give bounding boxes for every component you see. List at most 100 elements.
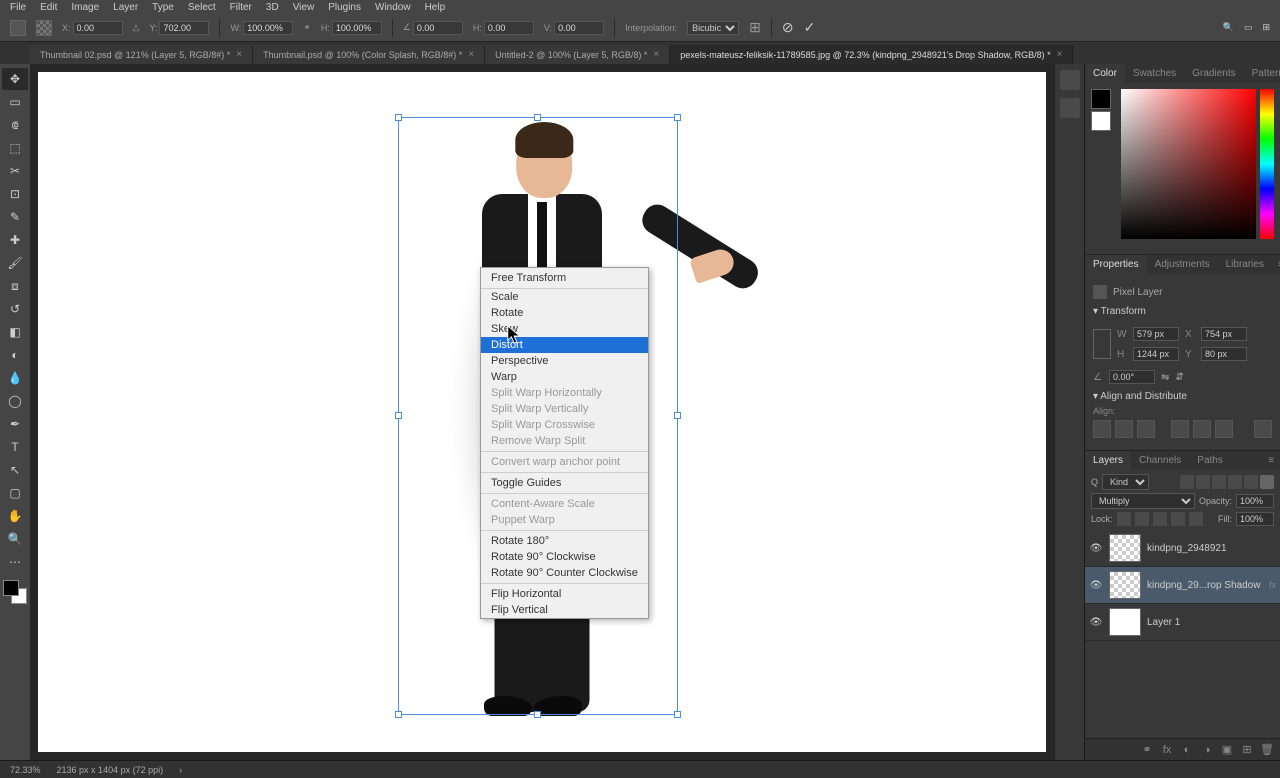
menu-3d[interactable]: 3D — [266, 2, 279, 13]
panel-tab-patterns[interactable]: Patterns — [1244, 64, 1280, 83]
layer-name[interactable]: kindpng_29...rop Shadow — [1147, 580, 1263, 591]
doc-info[interactable]: 2136 px x 1404 px (72 ppi) — [57, 765, 164, 775]
menu-layer[interactable]: Layer — [113, 2, 138, 13]
handle-bottom[interactable] — [534, 711, 541, 718]
document-tab[interactable]: Thumbnail.psd @ 100% (Color Splash, RGB/… — [253, 45, 485, 64]
frame-tool[interactable]: ⊡ — [2, 183, 28, 205]
dodge-tool[interactable]: ◯ — [2, 390, 28, 412]
hand-tool[interactable]: ✋ — [2, 505, 28, 527]
menu-image[interactable]: Image — [71, 2, 99, 13]
document-canvas[interactable]: Free TransformScaleRotateSkewDistortPers… — [38, 72, 1046, 752]
panel-menu-icon[interactable]: ≡ — [1272, 255, 1280, 274]
ctx-item-rotate-90-clockwise[interactable]: Rotate 90° Clockwise — [481, 549, 648, 565]
selection-tool[interactable]: ⬚ — [2, 137, 28, 159]
ref-point-grid[interactable] — [1093, 329, 1111, 359]
pen-tool[interactable]: ✒ — [2, 413, 28, 435]
visibility-icon[interactable]: 👁 — [1089, 615, 1103, 629]
document-tab[interactable]: pexels-mateusz-feliksik-11789585.jpg @ 7… — [670, 45, 1073, 64]
ctx-item-toggle-guides[interactable]: Toggle Guides — [481, 475, 648, 491]
menu-select[interactable]: Select — [188, 2, 216, 13]
eraser-tool[interactable]: ◧ — [2, 321, 28, 343]
handle-top[interactable] — [534, 114, 541, 121]
prop-h[interactable] — [1133, 347, 1179, 361]
path-tool[interactable]: ↖ — [2, 459, 28, 481]
align-center-v[interactable] — [1193, 420, 1211, 438]
group-icon[interactable]: ▣ — [1220, 743, 1234, 757]
crop-tool[interactable]: ✂ — [2, 160, 28, 182]
menu-file[interactable]: File — [10, 2, 26, 13]
skew-h-field[interactable] — [484, 21, 534, 35]
link-icon[interactable]: ⚭ — [303, 22, 311, 33]
blend-mode-select[interactable]: Multiply — [1091, 493, 1195, 509]
menu-window[interactable]: Window — [375, 2, 411, 13]
flip-v-icon[interactable]: ⇵ — [1175, 372, 1183, 383]
ctx-item-perspective[interactable]: Perspective — [481, 353, 648, 369]
x-field[interactable] — [73, 21, 123, 35]
fg-color-swatch[interactable] — [1091, 89, 1111, 109]
brush-tool[interactable]: 🖌 — [2, 252, 28, 274]
eyedropper-tool[interactable]: ✎ — [2, 206, 28, 228]
panel-tab-paths[interactable]: Paths — [1189, 451, 1231, 470]
search-icon[interactable]: 🔍 — [1223, 22, 1234, 33]
ctx-item-warp[interactable]: Warp — [481, 369, 648, 385]
commit-transform-icon[interactable]: ✓ — [804, 19, 816, 36]
zoom-tool[interactable]: 🔍 — [2, 528, 28, 550]
hue-slider[interactable] — [1260, 89, 1274, 239]
lasso-tool[interactable]: ⟃ — [2, 114, 28, 136]
gradient-tool[interactable]: ◐ — [2, 344, 28, 366]
share-icon[interactable]: ▭ — [1244, 22, 1253, 33]
zoom-level[interactable]: 72.33% — [10, 765, 41, 775]
history-brush-tool[interactable]: ↺ — [2, 298, 28, 320]
filter-smart-icon[interactable] — [1244, 475, 1258, 489]
panel-tab-properties[interactable]: Properties — [1085, 255, 1147, 274]
interpolation-select[interactable]: Bicubic — [687, 21, 739, 35]
visibility-icon[interactable]: 👁 — [1089, 578, 1103, 592]
ctx-item-distort[interactable]: Distort — [481, 337, 648, 353]
ctx-item-skew[interactable]: Skew — [481, 321, 648, 337]
align-more[interactable] — [1254, 420, 1272, 438]
layer-name[interactable]: Layer 1 — [1147, 617, 1276, 628]
ctx-item-rotate[interactable]: Rotate — [481, 305, 648, 321]
prop-angle[interactable] — [1109, 370, 1155, 384]
handle-left[interactable] — [395, 412, 402, 419]
fx-icon[interactable]: fx — [1160, 743, 1174, 757]
opacity-field[interactable] — [1236, 494, 1274, 508]
status-chevron-icon[interactable]: › — [179, 765, 182, 775]
lock-all-icon[interactable] — [1189, 512, 1203, 526]
link-layers-icon[interactable]: ⚭ — [1140, 743, 1154, 757]
panel-tab-libraries[interactable]: Libraries — [1218, 255, 1272, 274]
panel-tab-swatches[interactable]: Swatches — [1125, 64, 1184, 83]
align-bottom[interactable] — [1215, 420, 1233, 438]
align-center-h[interactable] — [1115, 420, 1133, 438]
close-icon[interactable]: × — [236, 49, 242, 60]
y-field[interactable] — [159, 21, 209, 35]
healing-tool[interactable]: ✚ — [2, 229, 28, 251]
cancel-transform-icon[interactable]: ⊘ — [782, 19, 794, 36]
skew-v-field[interactable] — [554, 21, 604, 35]
prop-x[interactable] — [1201, 327, 1247, 341]
ctx-item-flip-horizontal[interactable]: Flip Horizontal — [481, 586, 648, 602]
ctx-item-flip-vertical[interactable]: Flip Vertical — [481, 602, 648, 618]
bg-color-swatch[interactable] — [1091, 111, 1111, 131]
reference-point-icon[interactable] — [36, 20, 52, 36]
layer-thumbnail[interactable] — [1109, 571, 1141, 599]
visibility-icon[interactable]: 👁 — [1089, 541, 1103, 555]
menu-filter[interactable]: Filter — [230, 2, 252, 13]
align-right[interactable] — [1137, 420, 1155, 438]
edit-toolbar[interactable]: ⋯ — [2, 551, 28, 573]
type-tool[interactable]: T — [2, 436, 28, 458]
color-swatches[interactable] — [3, 580, 27, 604]
panel-menu-icon[interactable]: ≡ — [1262, 451, 1280, 470]
blur-tool[interactable]: 💧 — [2, 367, 28, 389]
fx-badge[interactable]: fx — [1269, 580, 1276, 590]
filter-adjust-icon[interactable] — [1196, 475, 1210, 489]
align-top[interactable] — [1171, 420, 1189, 438]
adjustment-icon[interactable]: ◑ — [1200, 743, 1214, 757]
angle-field[interactable] — [413, 21, 463, 35]
fill-field[interactable] — [1236, 512, 1274, 526]
new-layer-icon[interactable]: ⊞ — [1240, 743, 1254, 757]
handle-right[interactable] — [674, 412, 681, 419]
handle-bottom-left[interactable] — [395, 711, 402, 718]
prop-y[interactable] — [1201, 347, 1247, 361]
panel-tab-channels[interactable]: Channels — [1131, 451, 1189, 470]
